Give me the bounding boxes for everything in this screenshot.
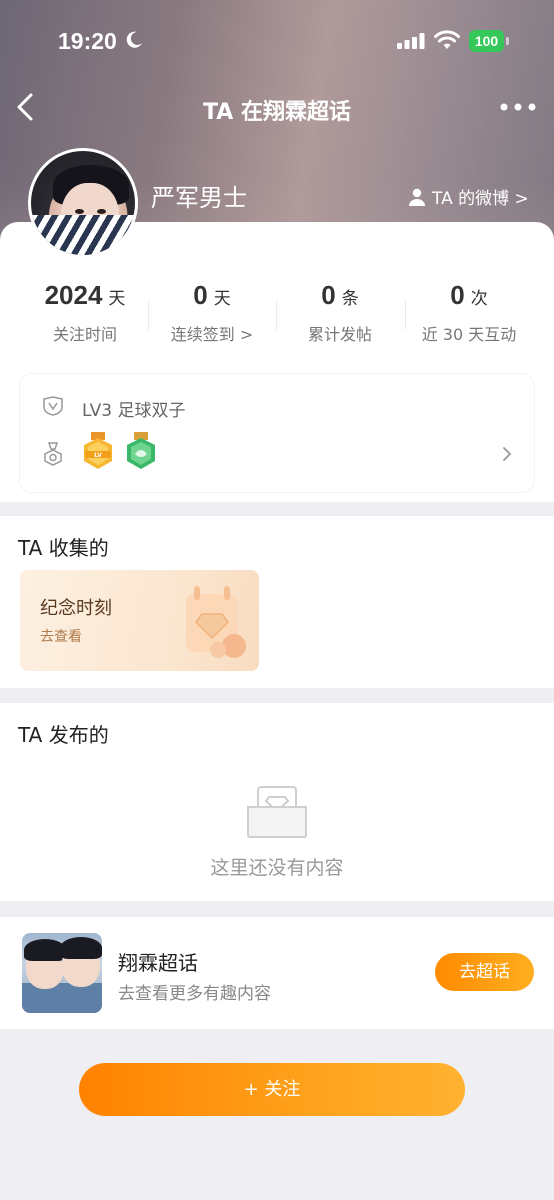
topic-subtitle: 去查看更多有趣内容 [118,984,271,1004]
level-label: LV3 足球双子 [82,401,186,421]
level-v-icon [43,396,63,416]
stat-label: 关注时间 [52,325,117,344]
stat-unit: 次 [470,289,488,309]
stats-row: 2024 天 关注时间 0天 连续签到 > 0条 累计发帖 0次 近 30 天互动 [0,280,554,360]
topic-name: 翔霖超话 [118,951,198,975]
level-medal-gold-icon: LV [84,432,112,469]
battery-level: 100 [469,30,504,52]
svg-text:LV: LV [94,452,102,459]
stat-follow-days: 2024 天 关注时间 [21,280,149,345]
stat-value: 2024 [44,280,103,310]
section-title-collected: TA 收集的 [18,536,109,560]
divider [276,300,277,330]
follow-button[interactable]: + 关注 [79,1063,465,1116]
medal-icon [44,442,62,466]
empty-state-text: 这里还没有内容 [210,857,344,879]
level-badges-panel[interactable]: LV3 足球双子 LV [20,374,534,492]
go-topic-button[interactable]: 去超话 [435,953,534,991]
avatar[interactable] [28,148,138,258]
stat-post-count: 0条 累计发帖 [276,280,404,345]
level-medal-green-icon [127,432,155,469]
divider [405,300,406,330]
topic-promo-row[interactable]: 翔霖超话 去查看更多有趣内容 去超话 [0,917,554,1029]
stat-unit: 条 [341,289,359,309]
status-bar: 19:20 100 [0,0,554,84]
weibo-profile-link[interactable]: TA 的微博 > [408,184,529,209]
stat-value: 0 [321,280,336,310]
calendar-diamond-icon [186,586,246,658]
stat-value: 0 [450,280,465,310]
memorial-moments-link: 去查看 [40,629,82,645]
empty-box-icon [247,786,307,838]
wifi-icon [434,30,460,49]
stat-checkin-days[interactable]: 0天 连续签到 > [148,280,276,345]
stat-label: 近 30 天互动 [421,325,517,344]
stat-label: 连续签到 > [170,325,254,344]
username: 严军男士 [151,184,247,212]
nav-bar: TA 在翔霖超话 [0,84,554,130]
weibo-link-label: TA 的微博 > [432,189,529,209]
memorial-moments-card[interactable]: 纪念时刻 去查看 [20,570,259,671]
topic-thumbnail [22,933,102,1013]
stat-unit: 天 [108,289,126,309]
more-dots-icon[interactable] [500,102,536,112]
stat-unit: 天 [213,289,231,309]
signal-icon [397,33,425,49]
stat-interactions: 0次 近 30 天互动 [405,280,533,345]
divider [148,300,149,330]
posted-section: TA 发布的 这里还没有内容 [0,703,554,901]
chevron-right-icon [503,447,512,461]
stat-value: 0 [193,280,208,310]
moon-icon [126,31,142,48]
collected-section: TA 收集的 纪念时刻 去查看 [0,516,554,688]
stat-label: 累计发帖 [307,325,372,344]
section-title-posted: TA 发布的 [18,723,109,747]
user-icon [409,188,425,206]
memorial-moments-title: 纪念时刻 [40,598,112,619]
status-time: 19:20 [58,28,117,54]
battery-icon: 100 [469,30,509,52]
page-title: TA 在翔霖超话 [203,100,351,125]
profile-stats-card: 2024 天 关注时间 0天 连续签到 > 0条 累计发帖 0次 近 30 天互动… [0,222,554,502]
